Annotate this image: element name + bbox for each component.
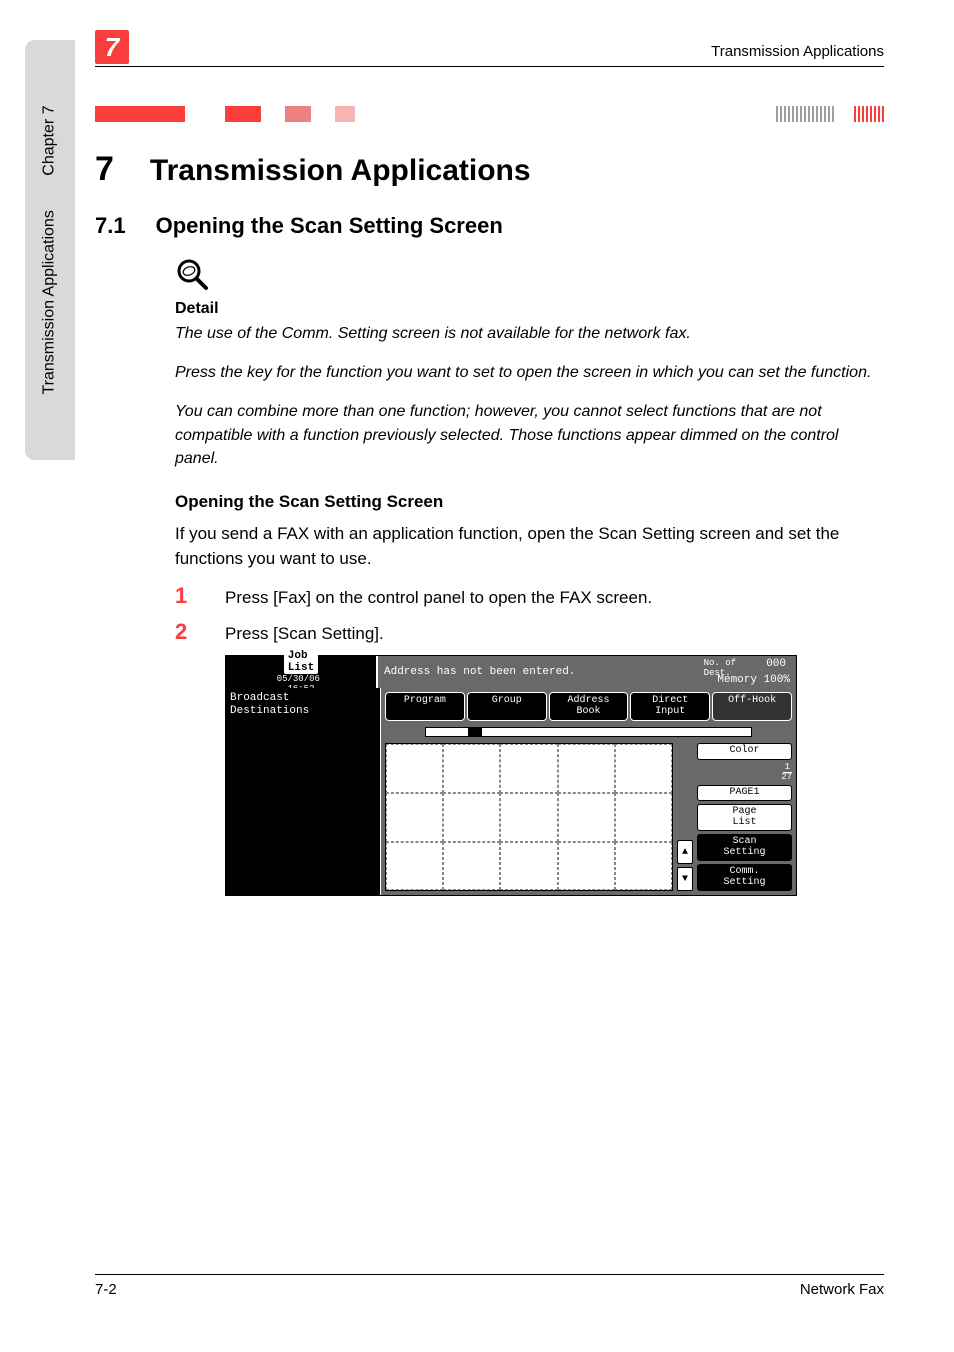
chevron-up-icon: ▲	[682, 847, 688, 858]
address-grid[interactable]	[385, 743, 673, 891]
magnifier-icon	[175, 257, 884, 296]
job-list-date: 05/30/06	[277, 674, 320, 684]
detail-label: Detail	[175, 300, 884, 318]
color-button[interactable]: Color	[697, 743, 792, 760]
detail-paragraph-1: The use of the Comm. Setting screen is n…	[175, 322, 884, 345]
comm-setting-button[interactable]: Comm. Setting	[697, 864, 792, 891]
page1-button[interactable]: PAGE1	[697, 785, 792, 802]
step-2: 2 Press [Scan Setting].	[175, 619, 884, 645]
page-fraction-bottom: 27	[781, 772, 792, 782]
page-header: 7 Transmission Applications	[95, 28, 884, 67]
tab-direct-input[interactable]: Direct Input	[630, 692, 710, 721]
page-footer: 7-2 Network Fax	[95, 1274, 884, 1298]
subsection-heading: Opening the Scan Setting Screen	[175, 492, 884, 512]
scroll-up-button[interactable]: ▲	[677, 840, 693, 864]
progress-bar	[425, 727, 752, 737]
tab-program[interactable]: Program	[385, 692, 465, 721]
scroll-down-button[interactable]: ▼	[677, 867, 693, 891]
side-tab: Transmission Applications Chapter 7	[25, 40, 75, 460]
tab-off-hook[interactable]: Off-Hook	[712, 692, 792, 721]
running-title: Transmission Applications	[711, 43, 884, 60]
chevron-down-icon: ▼	[682, 874, 688, 885]
status-bar: Address has not been entered. No. of Des…	[378, 656, 796, 688]
side-tab-section: Transmission Applications	[41, 210, 58, 394]
step-1: 1 Press [Fax] on the control panel to op…	[175, 583, 884, 609]
section-heading: 7.1 Opening the Scan Setting Screen	[95, 213, 884, 239]
detail-paragraph-3: You can combine more than one function; …	[175, 400, 884, 470]
dest-count-value: 000	[766, 658, 786, 670]
memory-label: Memory 100%	[717, 674, 790, 686]
chapter-heading-num: 7	[95, 150, 114, 189]
detail-paragraph-2: Press the key for the function you want …	[175, 361, 884, 384]
decorative-bar	[95, 106, 884, 122]
step-2-number: 2	[175, 619, 197, 645]
step-1-number: 1	[175, 583, 197, 609]
step-2-text: Press [Scan Setting].	[225, 624, 384, 644]
job-list-button[interactable]: Job List 05/30/06 16:52	[226, 656, 378, 688]
side-tab-chapter: Chapter 7	[41, 105, 58, 175]
tab-address-book[interactable]: Address Book	[549, 692, 629, 721]
tab-group[interactable]: Group	[467, 692, 547, 721]
footer-title: Network Fax	[800, 1281, 884, 1298]
section-heading-text: Opening the Scan Setting Screen	[156, 213, 503, 239]
chapter-heading-text: Transmission Applications	[150, 154, 531, 188]
intro-paragraph: If you send a FAX with an application fu…	[175, 522, 884, 571]
scan-setting-button[interactable]: Scan Setting	[697, 834, 792, 861]
broadcast-label: Broadcast Destinations	[230, 692, 309, 717]
job-list-label: Job List	[284, 650, 318, 674]
page-number: 7-2	[95, 1281, 117, 1298]
step-1-text: Press [Fax] on the control panel to open…	[225, 588, 652, 608]
section-heading-num: 7.1	[95, 213, 126, 239]
broadcast-panel: Broadcast Destinations	[226, 688, 381, 895]
chapter-number-badge: 7	[95, 30, 129, 64]
page-list-button[interactable]: Page List	[697, 804, 792, 831]
page-fraction: 1 27	[697, 763, 792, 782]
chapter-heading: 7 Transmission Applications	[95, 150, 884, 189]
fax-screen: Job List 05/30/06 16:52 Address has not …	[225, 655, 797, 896]
